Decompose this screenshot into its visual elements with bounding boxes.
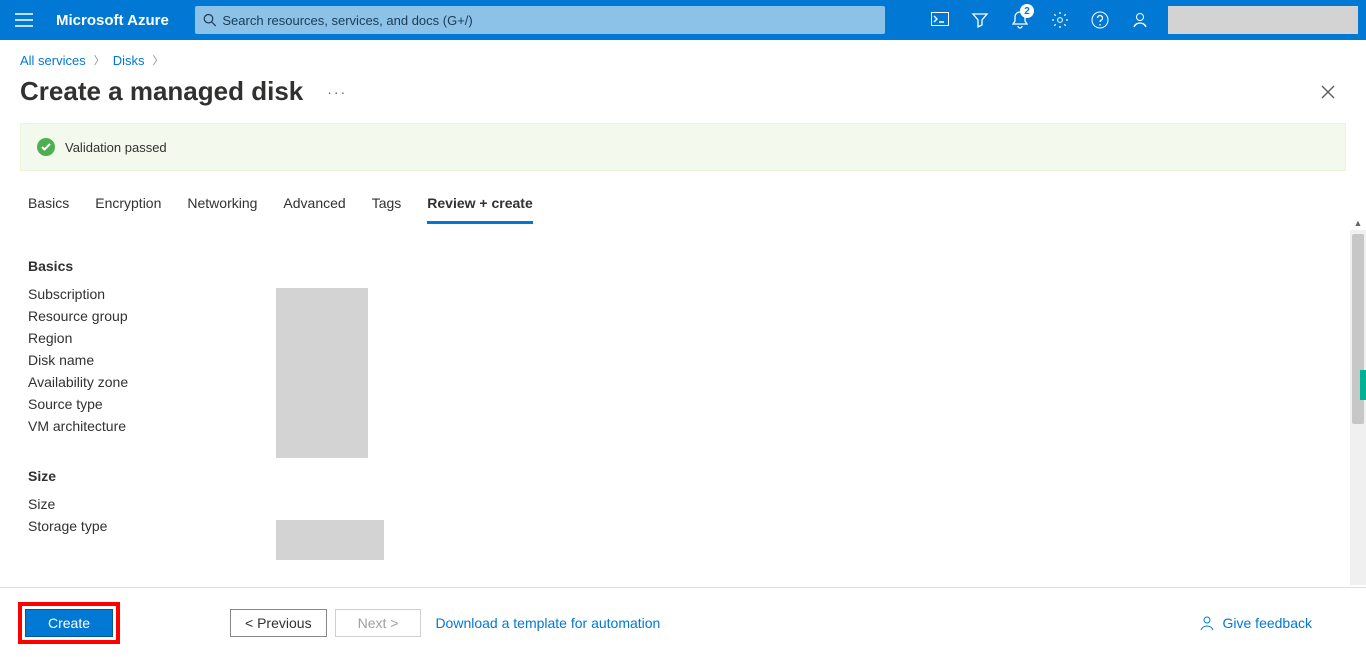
feedback-icon[interactable] [1120, 0, 1160, 40]
next-button: Next > [335, 609, 422, 637]
breadcrumb: All services 〉 Disks 〉 [0, 40, 1366, 72]
feedback-label: Give feedback [1223, 615, 1313, 631]
label-size: Size [28, 496, 276, 512]
download-template-link[interactable]: Download a template for automation [435, 615, 660, 631]
search-input[interactable] [222, 13, 876, 28]
label-subscription: Subscription [28, 286, 276, 302]
label-vm-architecture: VM architecture [28, 418, 276, 434]
page-body: All services 〉 Disks 〉 Create a managed … [0, 40, 1366, 657]
title-bar: Create a managed disk ··· [0, 72, 1366, 117]
chevron-right-icon: 〉 [153, 52, 164, 68]
notification-badge: 2 [1020, 4, 1034, 18]
chevron-right-icon: 〉 [94, 52, 105, 68]
more-actions-button[interactable]: ··· [327, 84, 347, 100]
previous-button[interactable]: < Previous [230, 609, 327, 637]
validation-message: Validation passed [65, 140, 167, 155]
section-basics-heading: Basics [28, 258, 1338, 274]
tab-tags[interactable]: Tags [372, 189, 402, 224]
feedback-person-icon [1199, 615, 1215, 631]
breadcrumb-disks[interactable]: Disks [113, 53, 145, 68]
label-resource-group: Resource group [28, 308, 276, 324]
brand-label[interactable]: Microsoft Azure [48, 12, 189, 29]
cloud-shell-icon[interactable] [920, 0, 960, 40]
menu-button[interactable] [0, 0, 48, 40]
label-disk-name: Disk name [28, 352, 276, 368]
help-icon[interactable] [1080, 0, 1120, 40]
breadcrumb-root[interactable]: All services [20, 53, 86, 68]
directory-filter-icon[interactable] [960, 0, 1000, 40]
tab-encryption[interactable]: Encryption [95, 189, 161, 224]
review-content: Basics Subscription Resource group Regio… [0, 240, 1366, 585]
top-bar: Microsoft Azure 2 [0, 0, 1366, 40]
tabs: Basics Encryption Networking Advanced Ta… [0, 181, 1366, 224]
validation-banner: Validation passed [20, 123, 1346, 171]
label-region: Region [28, 330, 276, 346]
notifications-icon[interactable]: 2 [1000, 0, 1040, 40]
label-source-type: Source type [28, 396, 276, 412]
side-tab-indicator[interactable] [1360, 370, 1366, 400]
check-circle-icon [37, 138, 55, 156]
create-button[interactable]: Create [25, 609, 113, 637]
tab-review-create[interactable]: Review + create [427, 189, 532, 224]
size-values-redacted [276, 520, 384, 560]
section-size-heading: Size [28, 468, 1338, 484]
tab-networking[interactable]: Networking [187, 189, 257, 224]
basics-values-redacted [276, 288, 368, 458]
tab-advanced[interactable]: Advanced [283, 189, 345, 224]
footer-bar: Create < Previous Next > Download a temp… [0, 587, 1366, 657]
close-button[interactable] [1314, 78, 1342, 106]
create-highlight-box: Create [18, 602, 120, 644]
page-title: Create a managed disk [20, 76, 303, 107]
scrollbar[interactable]: ▲ ▼ [1350, 230, 1366, 585]
label-storage-type: Storage type [28, 518, 276, 534]
scroll-up-arrow[interactable]: ▲ [1350, 216, 1366, 230]
give-feedback-link[interactable]: Give feedback [1199, 615, 1313, 631]
account-area[interactable] [1168, 6, 1358, 34]
label-availability-zone: Availability zone [28, 374, 276, 390]
tab-basics[interactable]: Basics [28, 189, 69, 224]
settings-icon[interactable] [1040, 0, 1080, 40]
global-search[interactable] [195, 6, 885, 34]
